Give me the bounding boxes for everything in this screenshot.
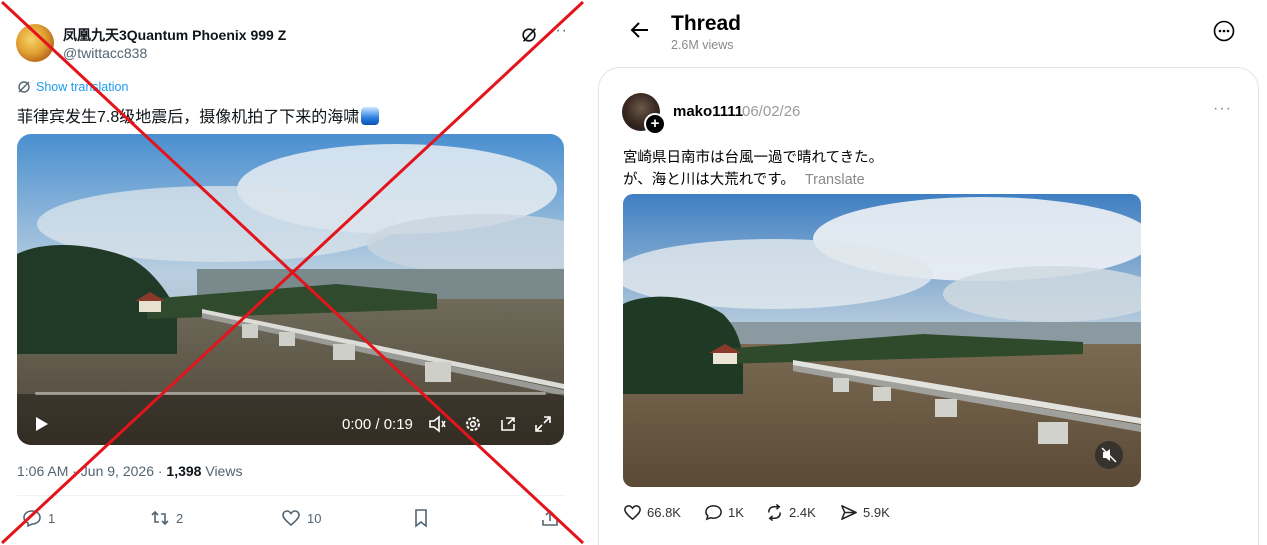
twitter-post-screenshot: 凤凰九天3Quantum Phoenix 999 Z @twittacc838 … (0, 0, 585, 545)
more-icon[interactable]: ··· (1213, 100, 1232, 118)
post-date: 06/02/26 (742, 103, 801, 120)
avatar[interactable] (16, 24, 54, 62)
repost-button[interactable]: 2.4K (765, 503, 816, 522)
repost-button[interactable]: 2 (150, 508, 183, 528)
volume-icon[interactable] (427, 414, 447, 434)
more-icon[interactable]: ··· (549, 22, 568, 40)
bookmark-button[interactable] (411, 508, 431, 528)
like-icon (624, 505, 641, 521)
share-button[interactable] (540, 508, 560, 528)
post-text: 菲律宾发生7.8级地震后，摄像机拍了下来的海啸 (17, 103, 380, 127)
pip-icon[interactable] (498, 414, 518, 434)
show-translation-label: Show translation (36, 80, 129, 94)
like-button[interactable]: 10 (281, 508, 321, 528)
mute-button[interactable] (1095, 441, 1123, 469)
fullscreen-icon[interactable] (533, 414, 553, 434)
share-button[interactable]: 5.9K (839, 503, 890, 522)
post-text-line-1: 宮崎県日南市は台風一過で晴れてきた。 (623, 150, 884, 166)
threads-post-screenshot: Thread 2.6M views + mako1111 06/02/26 ··… (596, 0, 1267, 545)
video-player[interactable] (623, 194, 1141, 487)
back-arrow-icon[interactable] (628, 18, 652, 42)
video-time: 0:00 / 0:19 (342, 416, 413, 433)
video-frame (623, 194, 1141, 487)
more-circle-icon[interactable] (1213, 20, 1235, 42)
video-controls: 0:00 / 0:19 (17, 403, 564, 445)
post-text-content: 菲律宾发生7.8级地震后，摄像机拍了下来的海啸 (17, 109, 360, 126)
display-name[interactable]: 凤凰九天3Quantum Phoenix 999 Z (63, 25, 286, 45)
follow-plus-icon[interactable]: + (644, 113, 666, 135)
translate-link[interactable]: Translate (805, 172, 865, 188)
show-translation-link[interactable]: Show translation (17, 80, 128, 94)
page-title: Thread (671, 12, 742, 35)
thread-views: 2.6M views (671, 38, 734, 52)
video-player[interactable]: 0:00 / 0:19 (17, 134, 564, 445)
settings-icon[interactable] (463, 414, 483, 434)
timestamp-text: 1:06 AM · Jun 9, 2026 · (17, 463, 167, 479)
send-icon (841, 505, 857, 520)
like-icon (282, 510, 300, 527)
reply-button[interactable]: 1K (704, 503, 744, 522)
views-label: Views (201, 463, 243, 479)
username[interactable]: mako1111 (673, 103, 743, 120)
reply-count: 1K (728, 505, 744, 520)
wave-emoji-icon (361, 107, 380, 125)
post-timestamp: 1:06 AM · Jun 9, 2026 · 1,398 Views (17, 463, 242, 479)
post-text-line-2-content: が、海と川は大荒れです。 (623, 172, 795, 188)
views-count: 1,398 (166, 463, 202, 479)
grok-icon[interactable] (520, 26, 538, 44)
mute-icon (1101, 447, 1117, 463)
share-icon (542, 509, 558, 526)
video-progress-bar[interactable] (35, 392, 546, 395)
repost-icon (768, 503, 781, 522)
like-button[interactable]: 66.8K (623, 503, 681, 522)
like-count: 10 (307, 510, 322, 526)
repost-count: 2.4K (789, 505, 816, 520)
video-frame (17, 134, 564, 445)
divider (17, 495, 565, 496)
user-handle[interactable]: @twittacc838 (63, 45, 147, 61)
bookmark-icon (415, 509, 427, 528)
reply-icon (23, 510, 41, 528)
reply-icon (705, 505, 722, 521)
translate-icon (18, 81, 30, 93)
share-count: 5.9K (863, 505, 890, 520)
repost-count: 2 (176, 510, 184, 526)
play-icon[interactable] (32, 415, 50, 433)
reply-count: 1 (48, 510, 56, 526)
repost-icon (151, 510, 169, 526)
like-count: 66.8K (647, 505, 681, 520)
reply-button[interactable]: 1 (22, 508, 55, 528)
post-text-line-2: が、海と川は大荒れです。 Translate (623, 168, 865, 189)
